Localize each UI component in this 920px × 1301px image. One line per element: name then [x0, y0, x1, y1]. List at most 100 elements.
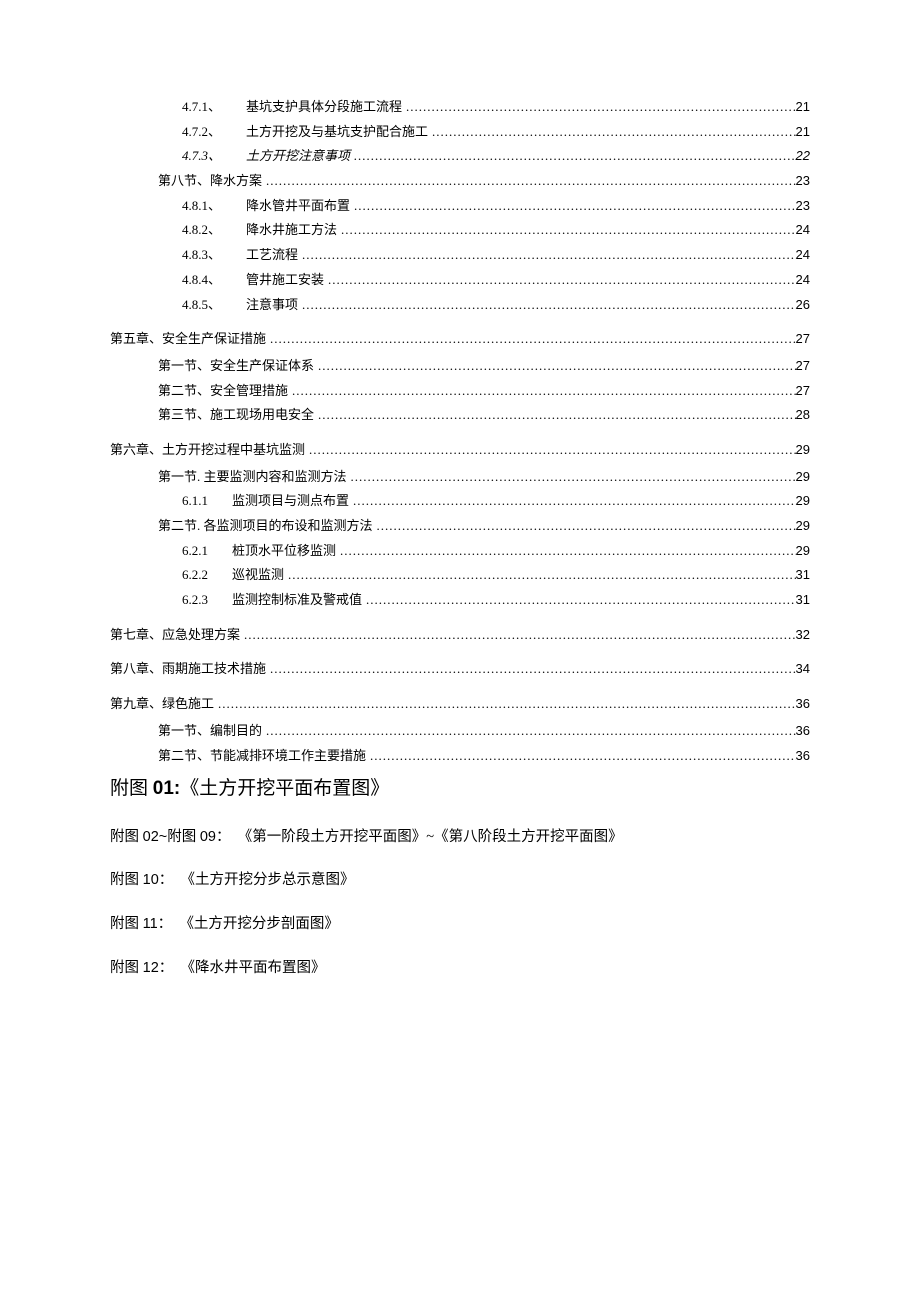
toc-entry-number: 4.8.3、 — [182, 243, 246, 268]
toc-leader-dots — [337, 218, 796, 243]
appendix-title: 附图 01:《土方开挖平面布置图》 — [110, 774, 810, 804]
toc-entry: 4.7.3、土方开挖注意事项 22 — [110, 144, 810, 169]
toc-entry: 第八节、降水方案 23 — [110, 169, 810, 194]
appendix-number: 12： — [143, 960, 174, 976]
toc-leader-dots — [428, 120, 796, 145]
toc-entry-number: 第八节、降水方案 — [158, 169, 262, 194]
toc-entry-page: 21 — [796, 95, 810, 120]
toc-entry: 4.8.1、降水管井平面布置 23 — [110, 194, 810, 219]
toc-entry: 第七章、应急处理方案32 — [110, 623, 810, 648]
toc-leader-dots — [314, 354, 796, 379]
toc-entry-page: 29 — [796, 539, 810, 564]
toc-entry: 6.1.1监测项目与测点布置 29 — [110, 489, 810, 514]
toc-leader-dots — [336, 539, 796, 564]
toc-leader-dots — [305, 438, 796, 463]
toc-entry: 第二节、节能减排环境工作主要措施 36 — [110, 744, 810, 769]
appendix-prefix: 附图 — [167, 829, 200, 845]
toc-leader-dots — [350, 194, 796, 219]
toc-entry-number: 6.2.2 — [182, 563, 232, 588]
toc-entry-label: 注意事项 — [246, 293, 298, 318]
toc-entry-number: 4.7.1、 — [182, 95, 246, 120]
toc-entry-page: 32 — [796, 623, 810, 648]
toc-leader-dots — [262, 719, 796, 744]
toc-leader-dots — [298, 243, 796, 268]
appendix-number: 11： — [143, 916, 173, 932]
toc-entry: 4.8.5、注意事项26 — [110, 293, 810, 318]
appendix-prefix: 附图 — [110, 829, 143, 845]
toc-entry-label: 监测项目与测点布置 — [232, 489, 349, 514]
toc-entry-number: 4.8.2、 — [182, 218, 246, 243]
toc-entry-page: 29 — [796, 489, 810, 514]
appendix-list: 附图 02~附图 09： 《第一阶段土方开挖平面图》~《第八阶段土方开挖平面图》… — [110, 827, 810, 980]
toc-leader-dots — [349, 489, 796, 514]
toc-entry-label: 降水管井平面布置 — [246, 194, 350, 219]
toc-leader-dots — [324, 268, 796, 293]
toc-leader-dots — [240, 623, 796, 648]
toc-entry: 4.8.4、管井施工安装 24 — [110, 268, 810, 293]
toc-entry-page: 24 — [796, 268, 810, 293]
toc-entry-page: 27 — [796, 354, 810, 379]
toc-entry-page: 31 — [796, 588, 810, 613]
toc-entry-label: 桩顶水平位移监测 — [232, 539, 336, 564]
toc-entry-number: 第一节. 主要监测内容和监测方法 — [158, 465, 347, 490]
toc-entry-page: 23 — [796, 194, 810, 219]
toc-entry-label: 土方开挖注意事项 — [246, 144, 350, 169]
toc-leader-dots — [373, 514, 796, 539]
toc-entry: 第二节. 各监测项目的布设和监测方法29 — [110, 514, 810, 539]
toc-entry-label: 监测控制标准及警戒值 — [232, 588, 362, 613]
toc-entry-number: 4.7.2、 — [182, 120, 246, 145]
toc-entry: 4.8.2、降水井施工方法24 — [110, 218, 810, 243]
toc-entry-page: 27 — [796, 327, 810, 352]
toc-entry-label: 管井施工安装 — [246, 268, 324, 293]
appendix-text: 《第一阶段土方开挖平面图》~《第八阶段土方开挖平面图》 — [238, 829, 623, 845]
appendix-entry: 附图 10： 《土方开挖分步总示意图》 — [110, 870, 810, 892]
toc-entry-page: 31 — [796, 563, 810, 588]
appendix-prefix: 附图 — [110, 872, 143, 888]
appendix-prefix: 附图 — [110, 960, 143, 976]
appendix-entry: 附图 12： 《降水井平面布置图》 — [110, 958, 810, 980]
toc-entry-number: 6.2.1 — [182, 539, 232, 564]
toc-entry-number: 第三节、施工现场用电安全 — [158, 403, 314, 428]
toc-entry-page: 36 — [796, 744, 810, 769]
toc-entry-page: 36 — [796, 692, 810, 717]
toc-entry-page: 26 — [796, 293, 810, 318]
toc-entry-number: 第五章、安全生产保证措施 — [110, 327, 266, 352]
toc-entry: 6.2.2巡视监测 31 — [110, 563, 810, 588]
toc-entry-number: 第一节、编制目的 — [158, 719, 262, 744]
toc-leader-dots — [266, 327, 796, 352]
toc-entry-number: 4.7.3、 — [182, 144, 246, 169]
toc-entry-label: 降水井施工方法 — [246, 218, 337, 243]
toc-entry: 4.8.3、工艺流程24 — [110, 243, 810, 268]
toc-leader-dots — [262, 169, 796, 194]
toc-leader-dots — [362, 588, 796, 613]
appendix-text: 《土方开挖分步剖面图》 — [179, 916, 339, 932]
toc-leader-dots — [366, 744, 796, 769]
toc-entry: 第三节、施工现场用电安全 28 — [110, 403, 810, 428]
toc-entry-label: 土方开挖及与基坑支护配合施工 — [246, 120, 428, 145]
toc-entry-page: 23 — [796, 169, 810, 194]
toc-entry-number: 第六章、土方开挖过程中基坑监测 — [110, 438, 305, 463]
toc-entry-page: 28 — [796, 403, 810, 428]
toc-entry: 第二节、安全管理措施27 — [110, 379, 810, 404]
appendix-text: 《土方开挖分步总示意图》 — [181, 872, 355, 888]
toc-leader-dots — [284, 563, 796, 588]
toc-leader-dots — [347, 465, 796, 490]
toc-entry-number: 4.8.4、 — [182, 268, 246, 293]
toc-entry-label: 巡视监测 — [232, 563, 284, 588]
toc-leader-dots — [266, 657, 796, 682]
toc-entry-number: 第八章、雨期施工技术措施 — [110, 657, 266, 682]
toc-entry-page: 22 — [796, 144, 810, 169]
toc-leader-dots — [288, 379, 796, 404]
appendix-title-prefix: 附图 — [110, 778, 148, 799]
toc-entry: 6.2.1桩顶水平位移监测 29 — [110, 539, 810, 564]
toc-entry: 第一节、编制目的 36 — [110, 719, 810, 744]
toc-entry-page: 24 — [796, 243, 810, 268]
toc-entry-number: 6.1.1 — [182, 489, 232, 514]
appendix-prefix: 附图 — [110, 916, 143, 932]
toc-entry-page: 27 — [796, 379, 810, 404]
toc-entry-page: 36 — [796, 719, 810, 744]
toc-entry-page: 29 — [796, 465, 810, 490]
appendix-number: 09： — [200, 829, 231, 845]
toc-entry-number: 第二节、节能减排环境工作主要措施 — [158, 744, 366, 769]
toc-entry-number: 4.8.1、 — [182, 194, 246, 219]
